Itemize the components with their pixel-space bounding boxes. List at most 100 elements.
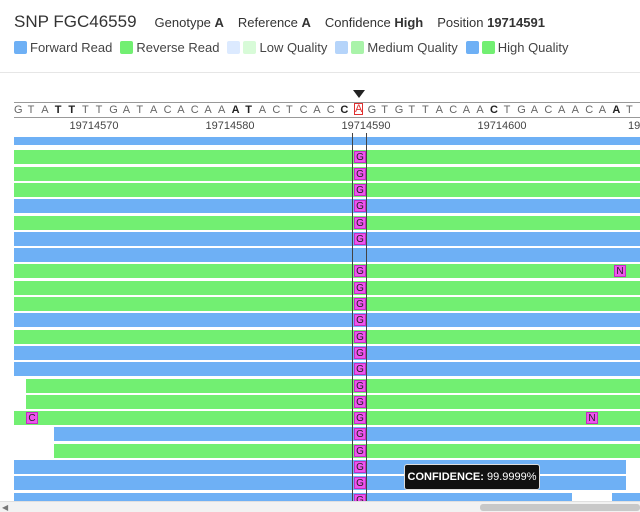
mismatch-base[interactable]: G xyxy=(354,314,366,327)
snp-header: SNP FGC46559 Genotype A Reference A Conf… xyxy=(14,12,559,34)
reference-base: C xyxy=(299,104,308,116)
reference-base: T xyxy=(54,104,62,116)
reference-base: A xyxy=(41,104,49,116)
read-bar[interactable] xyxy=(14,264,640,279)
reference-value: A xyxy=(301,15,311,30)
read-bar[interactable] xyxy=(14,248,640,263)
mismatch-base[interactable]: G xyxy=(354,298,366,310)
mismatch-base[interactable]: G xyxy=(354,395,366,408)
read-pileup[interactable]: GGGGGGGGGGGGGGGGGGGGGNCN xyxy=(0,133,640,503)
legend-reverse-label: Reverse Read xyxy=(136,39,220,55)
read-bar[interactable] xyxy=(54,427,640,442)
read-bar[interactable] xyxy=(26,378,640,393)
mismatch-base[interactable]: G xyxy=(354,330,366,343)
reference-base: C xyxy=(272,104,281,116)
genotype-value: A xyxy=(214,15,224,30)
mismatch-base[interactable]: G xyxy=(354,477,366,490)
mismatch-base[interactable]: G xyxy=(354,346,366,359)
reference-sequence: GTATTTTGATACACAAATACTCACCAGTGTTACAACTGAC… xyxy=(14,102,640,118)
reference-base: A xyxy=(177,104,185,116)
read-bar[interactable] xyxy=(54,443,640,458)
read-bar[interactable] xyxy=(14,137,640,145)
ruler-tick-label: 1971 xyxy=(628,120,640,132)
mismatch-base[interactable]: G xyxy=(354,183,366,196)
read-bar[interactable] xyxy=(14,313,640,328)
mismatch-base[interactable]: G xyxy=(354,200,366,213)
mismatch-base[interactable]: G xyxy=(354,363,366,376)
reference-base: T xyxy=(95,104,103,116)
legend-high-label: High Quality xyxy=(497,39,569,55)
reference-base: T xyxy=(626,104,633,116)
read-bar[interactable] xyxy=(14,199,640,214)
mismatch-base[interactable]: G xyxy=(354,232,366,245)
scrollbar-thumb[interactable] xyxy=(480,504,640,511)
reference-base: A xyxy=(612,104,621,116)
mismatch-base[interactable]: N xyxy=(614,265,626,278)
mismatch-base[interactable]: G xyxy=(354,461,366,473)
snp-position-marker-icon xyxy=(353,90,365,98)
reference-base: T xyxy=(408,104,416,116)
mismatch-base[interactable]: G xyxy=(354,379,366,392)
reference-base: A xyxy=(218,104,226,116)
read-bar[interactable] xyxy=(14,166,640,181)
reference-base: C xyxy=(449,104,458,116)
read-bar[interactable] xyxy=(14,411,640,426)
reference-base: A xyxy=(598,104,607,116)
mismatch-base[interactable]: G xyxy=(354,428,366,441)
reference-base: T xyxy=(245,104,252,116)
read-bar[interactable] xyxy=(26,394,640,409)
mismatch-base[interactable]: G xyxy=(354,216,366,229)
reference-base: C xyxy=(326,104,335,116)
reference-base: A xyxy=(204,104,212,116)
reference-base: A xyxy=(530,104,539,116)
read-bar[interactable] xyxy=(14,297,640,311)
reference-base: T xyxy=(136,104,144,116)
mismatch-base[interactable]: N xyxy=(586,412,598,425)
medium-reverse-swatch-icon xyxy=(351,40,365,54)
confidence-tooltip: CONFIDENCE: 99.9999% xyxy=(404,464,540,490)
legend: Forward Read Reverse Read Low Quality Me… xyxy=(14,38,577,56)
position-ruler: 19714570 19714580 19714590 19714600 1971 xyxy=(14,119,640,133)
reference-base: A xyxy=(150,104,158,116)
ruler-tick-label: 19714590 xyxy=(341,120,391,132)
reference-base: A xyxy=(571,104,579,116)
tooltip-label: CONFIDENCE: xyxy=(407,471,484,483)
reference-base: A xyxy=(258,104,267,116)
high-reverse-swatch-icon xyxy=(481,40,495,54)
read-bar[interactable] xyxy=(14,345,640,360)
read-bar[interactable] xyxy=(14,231,640,246)
reference-base: A xyxy=(122,104,131,116)
mismatch-base[interactable]: C xyxy=(26,412,38,425)
ruler-tick-label: 19714570 xyxy=(69,120,119,132)
reference-field: Reference A xyxy=(238,15,311,30)
read-bar[interactable] xyxy=(14,215,640,230)
reference-base: G xyxy=(367,104,377,116)
reference-base: G xyxy=(394,104,404,116)
reference-base: G xyxy=(517,104,526,116)
scroll-left-icon[interactable]: ◀ xyxy=(2,503,8,512)
horizontal-scrollbar[interactable]: ◀ xyxy=(0,501,640,512)
reference-base: A xyxy=(313,104,321,116)
mismatch-base[interactable]: G xyxy=(354,265,366,278)
genotype-field: Genotype A xyxy=(155,15,224,30)
mismatch-base[interactable]: G xyxy=(354,412,366,425)
reference-base: T xyxy=(286,104,293,116)
reference-base: A xyxy=(354,103,364,115)
legend-high-quality: High Quality xyxy=(465,39,569,55)
legend-low-quality: Low Quality xyxy=(227,40,327,55)
read-bar[interactable] xyxy=(14,182,640,197)
ruler-tick-label: 19714580 xyxy=(205,120,255,132)
read-bar[interactable] xyxy=(14,329,640,344)
read-bar[interactable] xyxy=(14,362,640,377)
legend-low-label: Low Quality xyxy=(259,39,328,55)
reference-label: Reference xyxy=(237,15,298,30)
mismatch-base[interactable]: G xyxy=(354,151,366,164)
reference-base: T xyxy=(422,104,429,116)
mismatch-base[interactable]: G xyxy=(354,281,366,294)
read-bar[interactable] xyxy=(14,150,640,165)
read-bar[interactable] xyxy=(14,280,640,295)
medium-forward-swatch-icon xyxy=(335,40,349,54)
mismatch-base[interactable]: G xyxy=(354,167,366,180)
reference-base: C xyxy=(544,104,553,116)
mismatch-base[interactable]: G xyxy=(354,444,366,457)
